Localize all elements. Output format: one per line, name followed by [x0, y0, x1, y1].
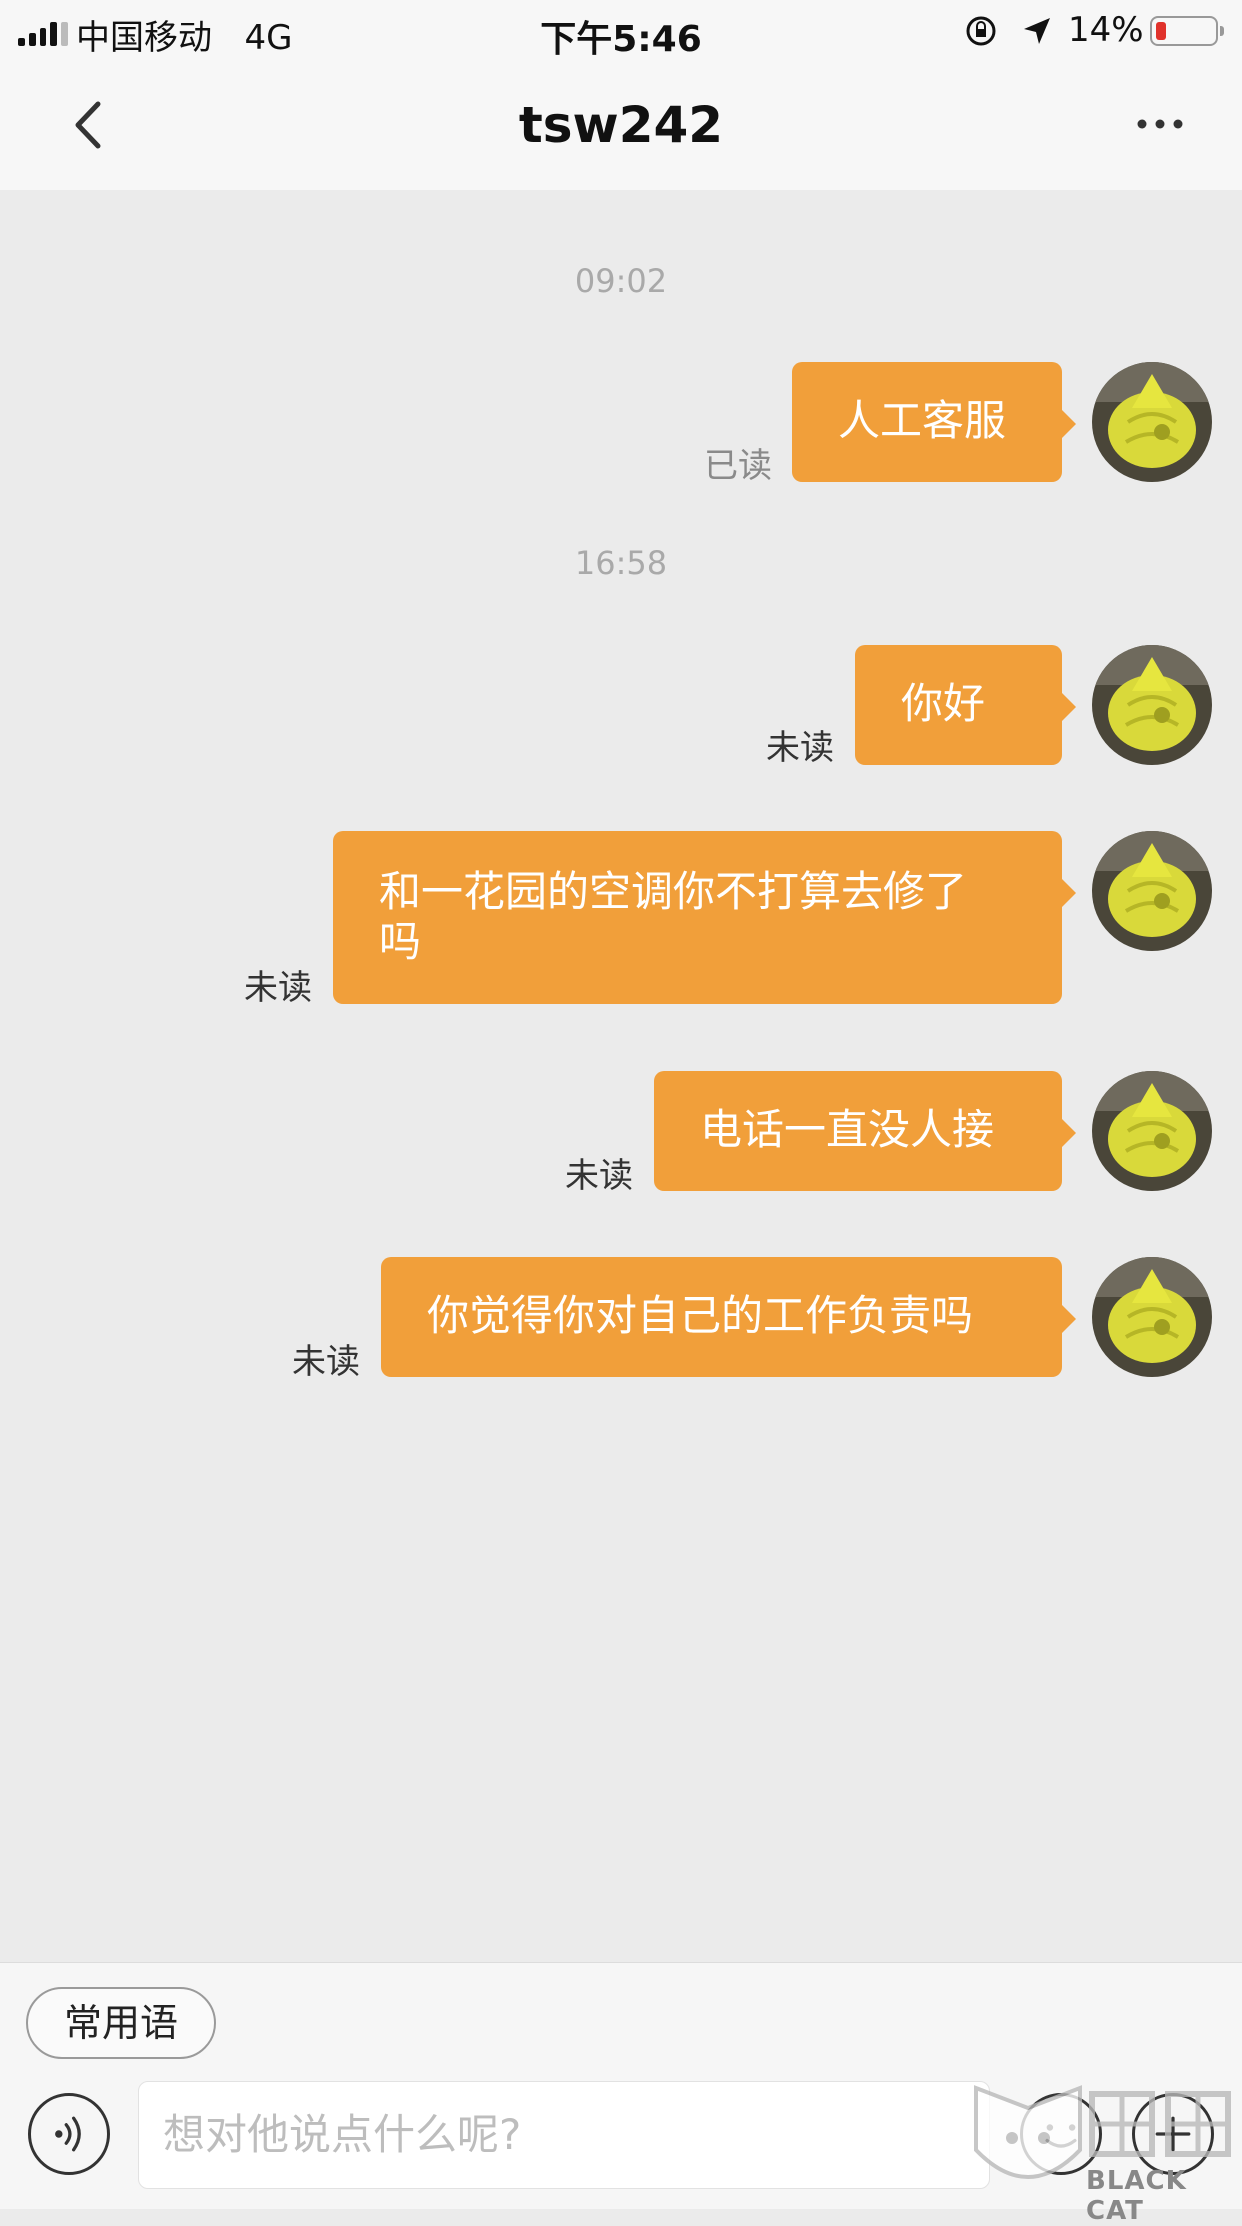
message-text: 电话一直没人接: [700, 1105, 995, 1154]
read-status: 未读: [292, 1342, 360, 1382]
status-bar: 中国移动 4G 下午5:46 14%: [0, 0, 1242, 62]
location-arrow-icon: [1024, 18, 1050, 44]
more-dots-icon[interactable]: [1130, 104, 1190, 144]
chat-title: tsw242: [518, 96, 724, 154]
ice-cream-avatar: [1092, 362, 1212, 482]
message-text: 你觉得你对自己的工作负责吗: [427, 1291, 974, 1340]
status-time: 下午5:46: [540, 19, 702, 60]
battery-icon: [1150, 16, 1224, 46]
message-bubble[interactable]: 电话一直没人接: [654, 1071, 1076, 1191]
avatar[interactable]: [1092, 1257, 1212, 1377]
ice-cream-avatar: [1092, 1257, 1212, 1377]
timestamp: 16:58: [574, 544, 668, 582]
battery-percent: 14%: [1068, 10, 1144, 50]
read-status: 未读: [244, 968, 312, 1008]
ice-cream-avatar: [1092, 645, 1212, 765]
read-status: 已读: [704, 446, 772, 486]
message-text-line: 吗: [379, 917, 422, 966]
message-text: 你好: [901, 679, 986, 728]
avatar[interactable]: [1092, 831, 1212, 951]
ice-cream-avatar: [1092, 831, 1212, 951]
message-bubble[interactable]: 人工客服: [792, 362, 1076, 482]
message-text-line: 和一花园的空调你不打算去修了: [379, 867, 968, 916]
orientation-lock-icon: [966, 16, 996, 46]
quick-phrases-button[interactable]: 常用语: [26, 1987, 216, 2059]
read-status: 未读: [565, 1156, 633, 1196]
message-bubble[interactable]: 你好: [855, 645, 1076, 765]
timestamp: 09:02: [574, 262, 668, 300]
watermark-text: BLACK CAT: [1086, 2166, 1187, 2226]
nav-bar: tsw242: [0, 62, 1242, 190]
read-status: 未读: [766, 728, 834, 768]
avatar[interactable]: [1092, 645, 1212, 765]
message-input[interactable]: 想对他说点什么呢?: [138, 2081, 990, 2189]
message-bubble[interactable]: 和一花园的空调你不打算去修了 吗: [333, 831, 1076, 1004]
message-text: 人工客服: [838, 396, 1007, 445]
ice-cream-avatar: [1092, 1071, 1212, 1191]
avatar[interactable]: [1092, 1071, 1212, 1191]
voice-icon[interactable]: [28, 2093, 110, 2175]
message-bubble[interactable]: 你觉得你对自己的工作负责吗: [381, 1257, 1076, 1377]
avatar[interactable]: [1092, 362, 1212, 482]
chat-area[interactable]: 09:02 已读 人工客服 16:58 未读 你好 未读 和一花园的空调你不打算…: [0, 190, 1242, 1962]
